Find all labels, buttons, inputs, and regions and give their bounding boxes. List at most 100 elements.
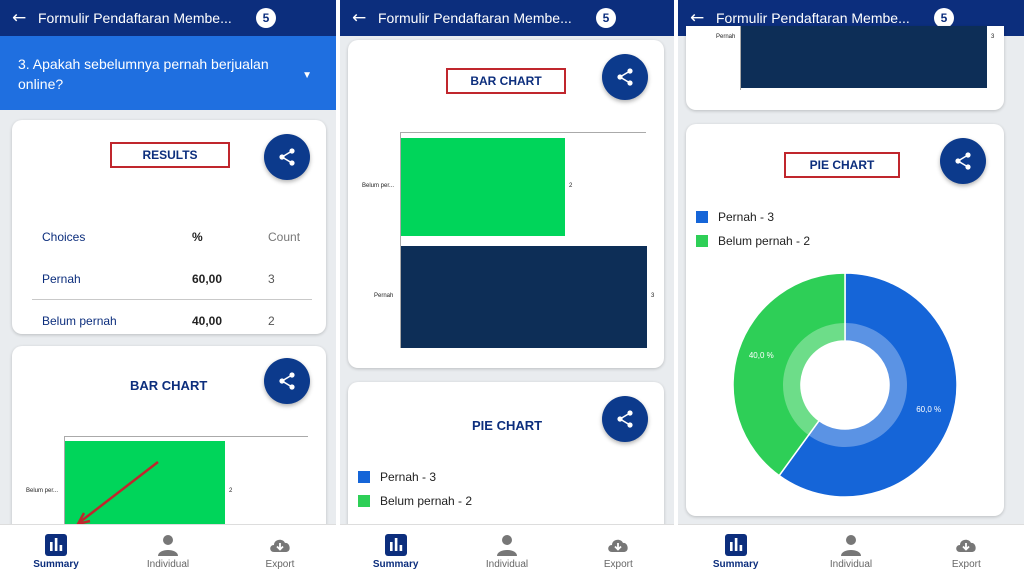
- person-icon: [156, 534, 180, 556]
- column-choices: Choices: [42, 230, 86, 244]
- app-bar: ← Formulir Pendaftaran Membe... 5: [340, 0, 674, 36]
- bar-chart-title: BAR CHART: [446, 68, 566, 94]
- nav-export-label: Export: [951, 558, 981, 570]
- nav-individual[interactable]: Individual: [112, 525, 224, 578]
- category-label: Pernah: [374, 293, 394, 299]
- legend-label: Belum pernah - 2: [718, 234, 811, 248]
- bar-chart-icon: [384, 534, 408, 556]
- bar-value-label: 3: [991, 34, 995, 40]
- choice-percent: 40,00: [192, 314, 223, 328]
- back-arrow-icon[interactable]: ←: [690, 8, 716, 28]
- legend-item-pernah: Pernah - 3: [696, 210, 774, 224]
- legend-item-belum-pernah: Belum pernah - 2: [358, 494, 472, 508]
- nav-export[interactable]: Export: [909, 525, 1024, 578]
- pie-chart-title: PIE CHART: [784, 152, 900, 178]
- category-label: Pernah: [716, 34, 736, 40]
- share-icon: [277, 147, 297, 167]
- share-button[interactable]: [264, 134, 310, 180]
- nav-summary[interactable]: Summary: [678, 525, 793, 578]
- donut-chart: 60,0 % 40,0 %: [732, 272, 958, 498]
- response-count-badge: 5: [256, 8, 276, 28]
- legend-swatch: [696, 235, 708, 247]
- nav-summary-label: Summary: [712, 558, 759, 570]
- bar-belum-pernah: [401, 138, 565, 236]
- pie-slice-label: 40,0 %: [749, 351, 774, 360]
- cloud-download-icon: [268, 534, 292, 556]
- app-bar: ← Formulir Pendaftaran Membe... 5: [0, 0, 336, 36]
- legend-label: Belum pernah - 2: [380, 494, 473, 508]
- column-count: Count: [268, 230, 301, 244]
- form-title: Formulir Pendaftaran Membe...: [38, 10, 232, 26]
- bottom-navigation: Summary Individual Export: [0, 524, 336, 578]
- chart-top-line: [64, 436, 308, 437]
- legend-swatch: [358, 471, 370, 483]
- nav-individual[interactable]: Individual: [793, 525, 908, 578]
- category-label: Belum per...: [362, 183, 395, 189]
- legend-label: Pernah - 3: [380, 470, 437, 484]
- bar-value-label: 2: [229, 488, 233, 494]
- bottom-navigation: Summary Individual Export: [340, 524, 674, 578]
- choice-label: Pernah: [42, 272, 81, 286]
- bar-value-label: 2: [569, 183, 573, 189]
- phone-screen-pie-chart: ← Formulir Pendaftaran Membe... 5 Pernah…: [678, 0, 1024, 578]
- nav-individual-label: Individual: [485, 558, 529, 570]
- bar-chart-title: BAR CHART: [130, 378, 208, 393]
- nav-individual[interactable]: Individual: [451, 525, 562, 578]
- table-row: Pernah 60,00 3: [32, 258, 312, 300]
- person-icon: [495, 534, 519, 556]
- bar-belum-pernah: [65, 441, 225, 531]
- share-icon: [615, 67, 635, 87]
- legend-item-belum-pernah: Belum pernah - 2: [696, 234, 810, 248]
- phone-screen-bar-chart: ← Formulir Pendaftaran Membe... 5 BAR CH…: [340, 0, 674, 578]
- pie-chart-card: PIE CHART Pernah - 3 Belum pernah - 2: [348, 382, 664, 542]
- legend-label: Pernah - 3: [718, 210, 775, 224]
- pie-chart-title: PIE CHART: [472, 418, 543, 433]
- legend-item-pernah: Pernah - 3: [358, 470, 436, 484]
- results-title: RESULTS: [110, 142, 230, 168]
- nav-summary[interactable]: Summary: [0, 525, 112, 578]
- chart-top-line: [400, 132, 646, 133]
- phone-screen-results: ← Formulir Pendaftaran Membe... 5 3. Apa…: [0, 0, 336, 578]
- back-arrow-icon[interactable]: ←: [352, 8, 378, 28]
- bottom-navigation: Summary Individual Export: [678, 524, 1024, 578]
- cloud-download-icon: [606, 534, 630, 556]
- question-selector[interactable]: 3. Apakah sebelumnya pernah berjualan on…: [0, 36, 336, 110]
- share-button[interactable]: [602, 396, 648, 442]
- choice-count: 3: [268, 272, 275, 286]
- share-button[interactable]: [264, 358, 310, 404]
- nav-export[interactable]: Export: [563, 525, 674, 578]
- table-row: Belum pernah 40,00 2: [32, 300, 312, 334]
- nav-summary-label: Summary: [372, 558, 419, 570]
- cloud-download-icon: [954, 534, 978, 556]
- pie-chart-card: PIE CHART Pernah - 3 Belum pernah - 2 60…: [686, 124, 1004, 516]
- nav-export-label: Export: [603, 558, 633, 570]
- person-icon: [839, 534, 863, 556]
- form-title: Formulir Pendaftaran Membe...: [716, 10, 910, 26]
- share-button[interactable]: [940, 138, 986, 184]
- nav-summary[interactable]: Summary: [340, 525, 451, 578]
- choice-label: Belum pernah: [42, 314, 117, 328]
- share-icon: [953, 151, 973, 171]
- choice-percent: 60,00: [192, 272, 223, 286]
- nav-export[interactable]: Export: [224, 525, 336, 578]
- results-table: Choices % Count Pernah 60,00 3 Belum per…: [32, 216, 312, 334]
- legend-swatch: [358, 495, 370, 507]
- bar-chart-icon: [44, 534, 68, 556]
- category-label: Belum per...: [26, 488, 59, 494]
- back-arrow-icon[interactable]: ←: [12, 8, 38, 28]
- results-card: RESULTS Choices % Count Pernah 60,00 3 B…: [12, 120, 326, 334]
- form-title: Formulir Pendaftaran Membe...: [378, 10, 572, 26]
- share-icon: [277, 371, 297, 391]
- nav-individual-label: Individual: [829, 558, 873, 570]
- nav-individual-label: Individual: [146, 558, 190, 570]
- bar-pernah: [401, 246, 647, 348]
- bar-value-label: 3: [651, 293, 655, 299]
- share-button[interactable]: [602, 54, 648, 100]
- bar-chart-icon: [724, 534, 748, 556]
- bar-chart-card: BAR CHART Belum per... Pernah 2 3: [348, 40, 664, 368]
- bar-chart-card-partial: Pernah 3: [686, 26, 1004, 110]
- nav-summary-label: Summary: [33, 558, 79, 570]
- donut-hole: [801, 341, 889, 429]
- legend-swatch: [696, 211, 708, 223]
- question-text: 3. Apakah sebelumnya pernah berjualan on…: [18, 56, 269, 92]
